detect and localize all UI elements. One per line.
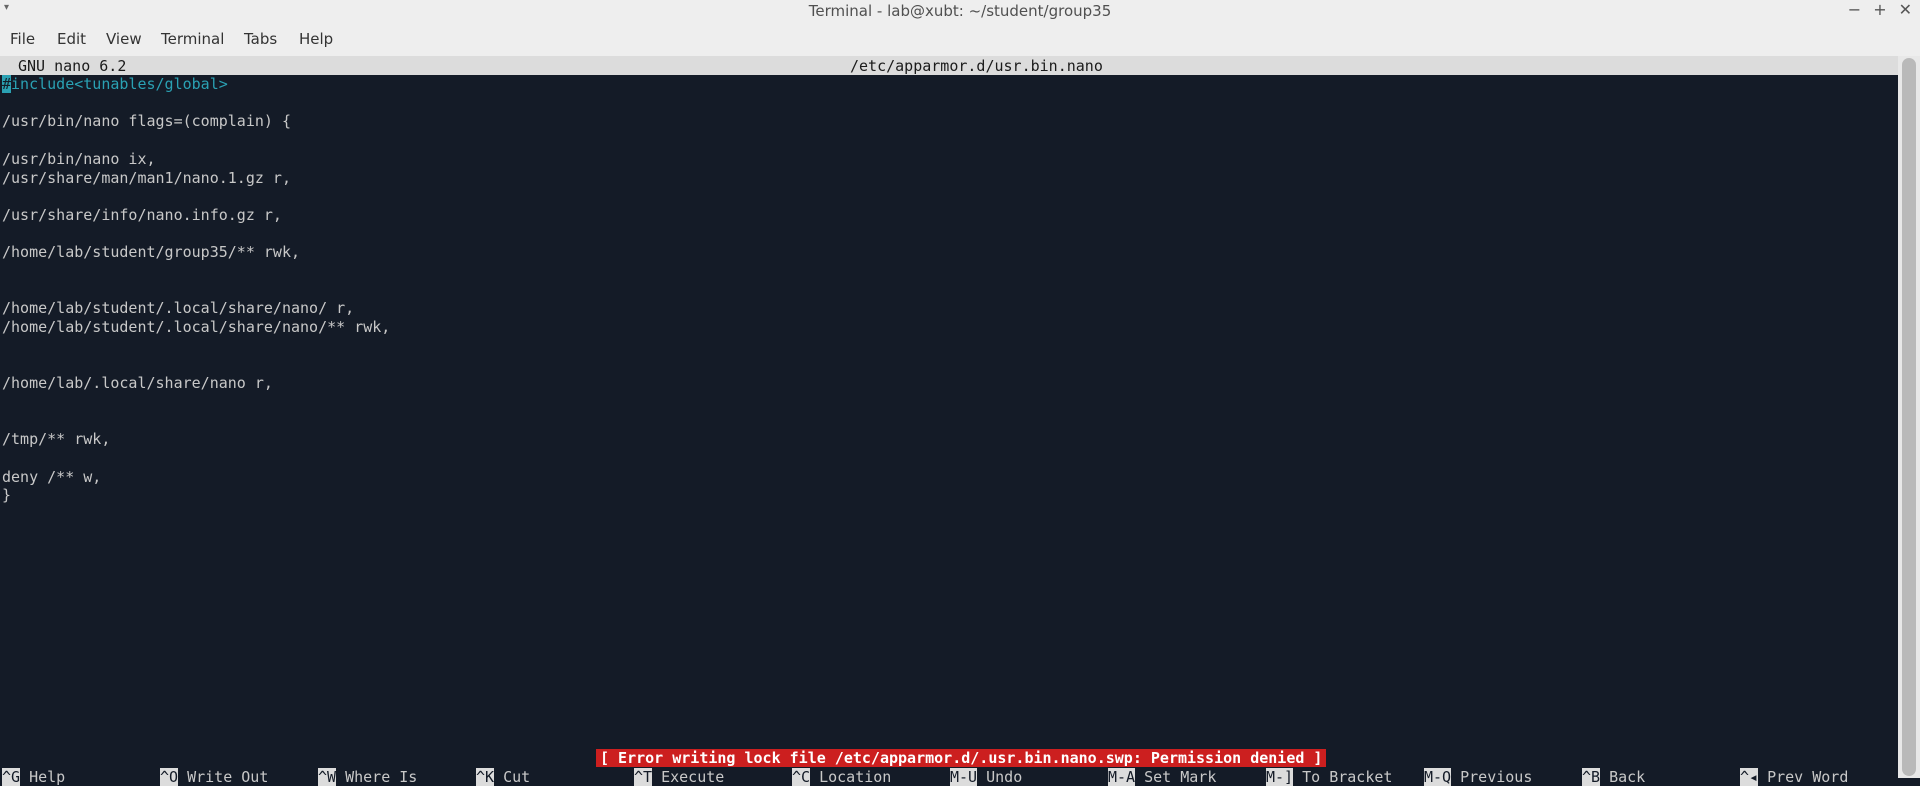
code-line: /home/lab/student/group35/** rwk, — [2, 243, 301, 262]
shortcut-item: ^W Where Is — [318, 768, 417, 786]
nano-filename: /etc/apparmor.d/usr.bin.nano — [850, 57, 1103, 75]
shortcut-key: ^G — [2, 768, 21, 786]
shortcut-label: Help — [20, 768, 66, 786]
menu-file[interactable]: File — [10, 30, 35, 48]
shortcut-key: M-U — [950, 768, 978, 786]
maximize-icon[interactable]: + — [1873, 0, 1886, 19]
shortcut-item: M-Q Previous — [1424, 768, 1532, 786]
shortcut-key: ^C — [792, 768, 811, 786]
code-line: /tmp/** rwk, — [2, 430, 111, 449]
menu-terminal[interactable]: Terminal — [161, 30, 224, 48]
nano-header: GNU nano 6.2 /etc/apparmor.d/usr.bin.nan… — [0, 56, 1898, 75]
shortcut-label: To Bracket — [1293, 768, 1393, 786]
code-line: /usr/share/man/man1/nano.1.gz r, — [2, 168, 291, 187]
shortcut-label: Cut — [494, 768, 531, 786]
shortcut-label: Back — [1600, 768, 1646, 786]
code-line: /home/lab/student/.local/share/nano/** r… — [2, 318, 391, 337]
shortcut-key: ^O — [160, 768, 179, 786]
code-line: /home/lab/.local/share/nano r, — [2, 374, 273, 393]
menu-tabs[interactable]: Tabs — [244, 30, 277, 48]
text-cursor: # — [2, 75, 12, 93]
status-message: [ Error writing lock file /etc/apparmor.… — [596, 749, 1327, 767]
shortcut-item: M-U Undo — [950, 768, 1022, 786]
shortcut-item: M-] To Bracket — [1266, 768, 1392, 786]
code-line: /usr/share/info/nano.info.gz r, — [2, 205, 282, 224]
shortcut-item: ^O Write Out — [160, 768, 268, 786]
code-line: } — [2, 486, 12, 505]
shortcut-label: Where Is — [336, 768, 418, 786]
code-line: #include<tunables/global> — [2, 75, 228, 93]
shortcut-label: Location — [810, 768, 892, 786]
shortcut-item: M-A Set Mark — [1108, 768, 1216, 786]
shortcut-label: Set Mark — [1135, 768, 1217, 786]
shortcut-label: Previous — [1451, 768, 1533, 786]
minimize-icon[interactable]: − — [1848, 0, 1861, 19]
close-icon[interactable]: ✕ — [1899, 0, 1912, 19]
shortcut-label: Undo — [977, 768, 1023, 786]
shortcut-label: Write Out — [178, 768, 269, 786]
menu-help[interactable]: Help — [299, 30, 333, 48]
nano-version: GNU nano 6.2 — [18, 57, 127, 75]
shortcut-item: ^B Back — [1582, 768, 1645, 786]
shortcut-key: ^T — [634, 768, 653, 786]
shortcut-item: ^G Help — [2, 768, 65, 786]
scrollbar[interactable] — [1898, 56, 1920, 778]
code-line: /usr/bin/nano ix, — [2, 149, 156, 168]
code-line: deny /** w, — [2, 467, 102, 486]
menu-edit[interactable]: Edit — [57, 30, 86, 48]
shortcut-item: ^◂ Prev Word — [1740, 768, 1848, 786]
shortcut-key: M-Q — [1424, 768, 1452, 786]
shortcut-key: M-A — [1108, 768, 1136, 786]
code-line: /usr/bin/nano flags=(complain) { — [2, 112, 291, 131]
menubar: File Edit View Terminal Tabs Help — [0, 22, 1920, 57]
shortcut-key: ^B — [1582, 768, 1601, 786]
shortcut-key: ^◂ — [1740, 768, 1759, 786]
terminal-area[interactable]: GNU nano 6.2 /etc/apparmor.d/usr.bin.nan… — [0, 56, 1898, 786]
shortcut-label: Prev Word — [1758, 768, 1849, 786]
code-line: /home/lab/student/.local/share/nano/ r, — [2, 299, 355, 318]
window-title: Terminal - lab@xubt: ~/student/group35 — [808, 2, 1112, 20]
shortcut-label: Execute — [652, 768, 725, 786]
menu-view[interactable]: View — [106, 30, 142, 48]
scrollbar-thumb[interactable] — [1902, 58, 1916, 776]
shortcut-item: ^T Execute — [634, 768, 724, 786]
shortcut-key: ^W — [318, 768, 337, 786]
shortcut-item: ^C Location — [792, 768, 891, 786]
shortcut-key: ^K — [476, 768, 495, 786]
shortcut-item: ^K Cut — [476, 768, 530, 786]
window-titlebar: ▾ Terminal - lab@xubt: ~/student/group35… — [0, 0, 1920, 22]
shortcut-key: M-] — [1266, 768, 1294, 786]
